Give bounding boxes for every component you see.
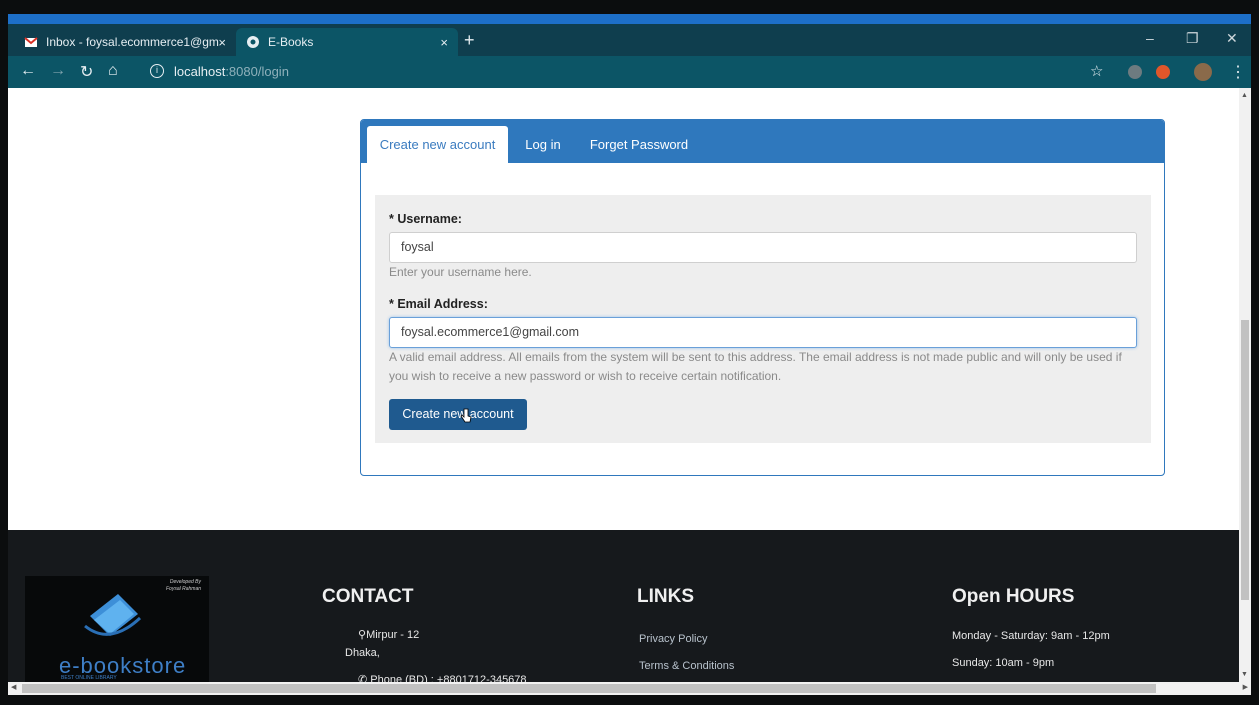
- create-account-button[interactable]: Create new account: [389, 399, 527, 430]
- site-logo[interactable]: Developed By Foysal Rahman e-bookstore B…: [25, 576, 209, 682]
- back-icon[interactable]: ←: [20, 62, 36, 80]
- register-form: * Username: foysal Enter your username h…: [375, 195, 1151, 443]
- hours-sunday: Sunday: 10am - 9pm: [952, 657, 1055, 669]
- link-privacy-policy[interactable]: Privacy Policy: [639, 633, 707, 645]
- contact-address: ⚲Mirpur - 12: [358, 628, 419, 641]
- tab-forget-password[interactable]: Forget Password: [583, 126, 695, 163]
- horizontal-scrollbar[interactable]: ◀ ▶: [8, 682, 1251, 695]
- page-viewport: Create new account Log in Forget Passwor…: [8, 88, 1239, 682]
- hours-heading: Open HOURS: [952, 586, 1075, 607]
- vertical-scrollbar[interactable]: ▲ ▼: [1239, 88, 1251, 682]
- forward-icon[interactable]: →: [50, 62, 66, 80]
- scroll-left-icon[interactable]: ◀: [11, 683, 16, 691]
- gmail-icon: [24, 35, 38, 49]
- phone-icon: ✆: [358, 674, 371, 682]
- restore-icon[interactable]: ❐: [1186, 30, 1199, 47]
- tab-inbox-label: Inbox - foysal.ecommerce1@gm: [46, 35, 219, 49]
- extension-icon[interactable]: [1156, 65, 1170, 79]
- tab-log-in[interactable]: Log in: [517, 126, 569, 163]
- star-icon[interactable]: ☆: [1090, 62, 1103, 80]
- scroll-down-icon[interactable]: ▼: [1241, 671, 1248, 678]
- browser-toolbar: ← → ↻ ⌂ i localhost:8080/login ☆ ⋮: [8, 56, 1251, 88]
- contact-line: Dhaka,: [345, 647, 380, 659]
- username-label: * Username:: [389, 212, 462, 226]
- home-icon[interactable]: ⌂: [108, 62, 118, 80]
- close-window-icon[interactable]: ✕: [1226, 30, 1238, 47]
- url-host: localhost: [174, 64, 226, 79]
- developer-credit: Developed By Foysal Rahman: [165, 579, 201, 592]
- reload-icon[interactable]: ↻: [80, 62, 93, 82]
- scroll-thumb[interactable]: [1241, 320, 1249, 600]
- chrome-icon: [246, 35, 260, 49]
- link-terms[interactable]: Terms & Conditions: [639, 660, 734, 672]
- close-icon[interactable]: ×: [440, 35, 448, 50]
- scroll-thumb[interactable]: [22, 684, 1156, 693]
- book-icon: [84, 594, 142, 636]
- close-icon[interactable]: ×: [218, 35, 226, 50]
- window-title-strip: [8, 14, 1251, 24]
- url-path: :8080/login: [225, 64, 289, 79]
- email-field[interactable]: foysal.ecommerce1@gmail.com: [389, 317, 1137, 348]
- hand-cursor-icon: [460, 408, 472, 423]
- site-footer: Developed By Foysal Rahman e-bookstore B…: [8, 530, 1239, 682]
- tab-inbox[interactable]: Inbox - foysal.ecommerce1@gm ×: [14, 28, 236, 56]
- contact-phone: ✆ Phone (BD) : +8801712-345678: [358, 673, 527, 682]
- menu-icon[interactable]: ⋮: [1230, 62, 1246, 82]
- tab-create-account[interactable]: Create new account: [367, 126, 508, 163]
- tab-ebooks-label: E-Books: [268, 35, 314, 49]
- panel-tabs: Create new account Log in Forget Passwor…: [361, 120, 1164, 163]
- minimize-icon[interactable]: –: [1146, 30, 1154, 46]
- tab-ebooks[interactable]: E-Books ×: [236, 28, 458, 56]
- account-panel: Create new account Log in Forget Passwor…: [360, 119, 1165, 476]
- avatar[interactable]: [1194, 63, 1212, 81]
- logo-tagline: BEST ONLINE LIBRARY: [61, 675, 117, 681]
- location-pin-icon: ⚲: [358, 629, 367, 641]
- contact-line: Phone (BD) : +8801712-345678: [370, 674, 527, 682]
- username-help: Enter your username here.: [389, 265, 532, 279]
- browser-tabstrip: Inbox - foysal.ecommerce1@gm × E-Books ×…: [8, 24, 1251, 56]
- extension-icon[interactable]: [1128, 65, 1142, 79]
- contact-heading: CONTACT: [322, 586, 414, 607]
- scroll-up-icon[interactable]: ▲: [1241, 92, 1248, 99]
- scroll-right-icon[interactable]: ▶: [1243, 683, 1248, 691]
- contact-line: Mirpur - 12: [366, 629, 420, 641]
- info-icon[interactable]: i: [150, 64, 164, 78]
- screen: Inbox - foysal.ecommerce1@gm × E-Books ×…: [0, 0, 1259, 705]
- new-tab-button[interactable]: +: [464, 30, 475, 51]
- email-label: * Email Address:: [389, 297, 488, 311]
- hours-weekday: Monday - Saturday: 9am - 12pm: [952, 630, 1110, 642]
- address-bar[interactable]: localhost:8080/login: [174, 64, 289, 79]
- username-field[interactable]: foysal: [389, 232, 1137, 263]
- email-help: A valid email address. All emails from t…: [389, 350, 1122, 383]
- links-heading: LINKS: [637, 586, 694, 607]
